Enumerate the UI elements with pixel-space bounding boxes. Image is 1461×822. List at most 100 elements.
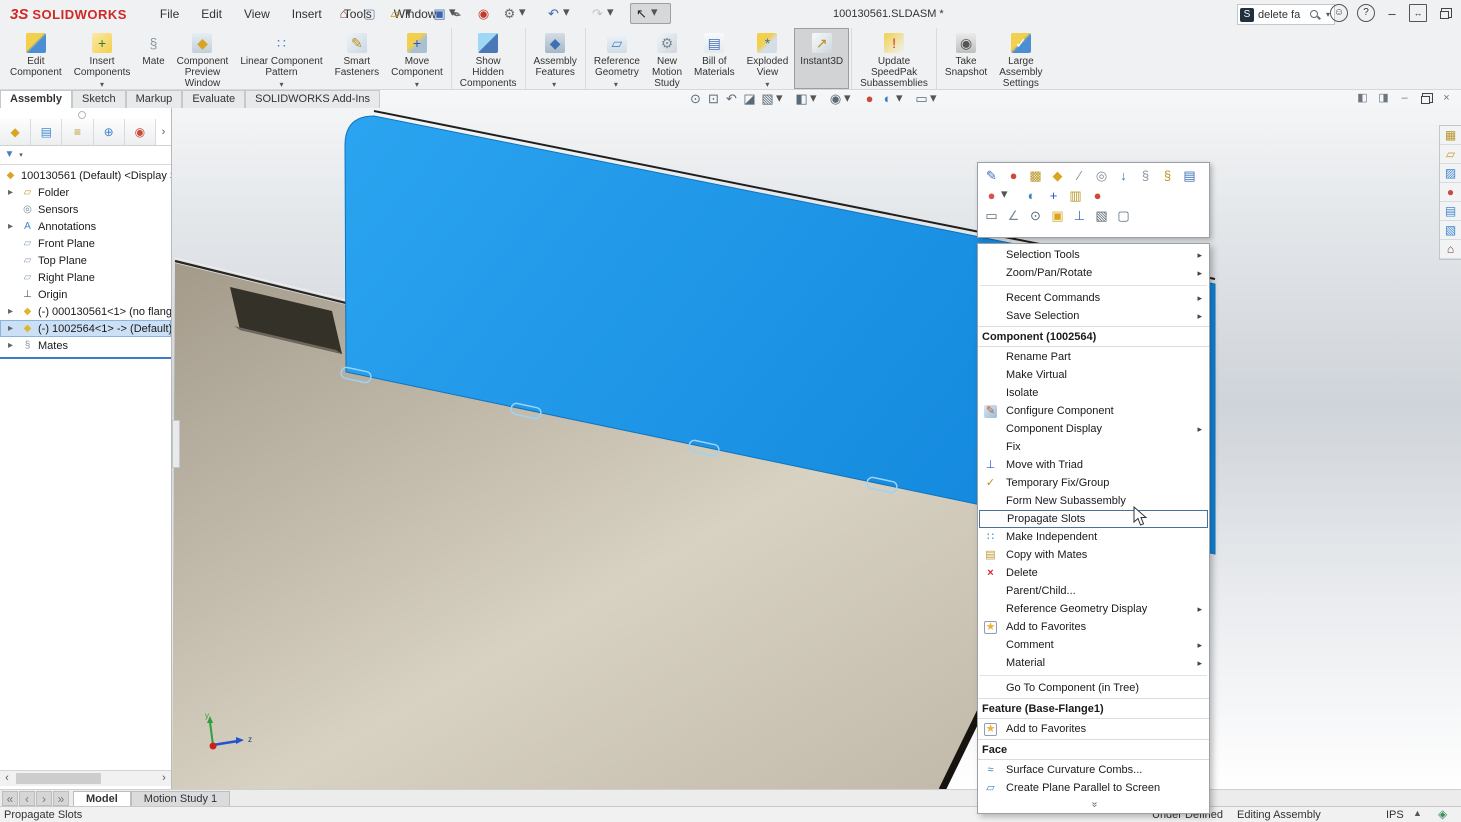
context-menu-item[interactable]: ∷ Make Independent ▸: [978, 528, 1209, 546]
mate-paperclip-icon[interactable]: §: [1137, 167, 1154, 184]
feature-manager-tab[interactable]: ≡: [62, 119, 93, 145]
next-doc-icon[interactable]: ◨: [1377, 92, 1390, 105]
feature-manager-tab[interactable]: ▤: [31, 119, 62, 145]
status-tag-icon[interactable]: ◈: [1438, 808, 1447, 820]
expand-arrow-icon[interactable]: ▸: [4, 186, 17, 199]
hscroll-right-icon[interactable]: ›: [157, 773, 171, 784]
model-tab[interactable]: Model: [73, 791, 131, 807]
ribbon-button[interactable]: ✓ Large Assembly Settings ▾: [993, 28, 1048, 89]
context-menu-item[interactable]: Make Virtual ▸: [978, 366, 1209, 384]
quick-access-button[interactable]: ▢ ▾: [358, 3, 381, 24]
help-icon[interactable]: ?: [1357, 4, 1375, 22]
dropdown-caret-icon[interactable]: ▾: [896, 91, 911, 106]
isometric-view-icon[interactable]: ▧: [1093, 207, 1110, 224]
view-tool-button[interactable]: ⊙ ▾: [688, 91, 703, 106]
panel-collapse-handle[interactable]: [78, 111, 86, 119]
dropdown-caret-icon[interactable]: ▾: [405, 5, 422, 22]
context-menu-item[interactable]: Fix ▸: [978, 438, 1209, 456]
context-menu-item[interactable]: ▸: [978, 282, 1209, 289]
expand-arrow-icon[interactable]: ▸: [4, 220, 17, 233]
context-menu-item[interactable]: × Delete ▸: [978, 564, 1209, 582]
context-menu-item[interactable]: Comment ▸: [978, 636, 1209, 654]
view-tool-button[interactable]: ◧ ▾: [794, 91, 825, 106]
view-tool-button[interactable]: ◉ ▾: [828, 91, 859, 106]
tree-item[interactable]: ▸ ◆ (-) 000130561<1> (no flange) <Di: [0, 303, 171, 320]
dropdown-caret-icon[interactable]: ▾: [614, 80, 618, 89]
expand-arrow-icon[interactable]: ▸: [4, 305, 17, 318]
context-menu-item[interactable]: ≈ Surface Curvature Combs... ▸: [978, 761, 1209, 779]
view-tool-button[interactable]: ● ▾: [862, 91, 877, 106]
quick-access-button[interactable]: ⌂ ▾: [332, 3, 355, 24]
view-tool-button[interactable]: ↶ ▾: [724, 91, 739, 106]
tree-item[interactable]: ▸ ◎ Sensors: [0, 201, 171, 218]
quick-access-button[interactable]: ↖ ▾: [630, 3, 671, 24]
view-tool-button[interactable]: ▧ ▾: [760, 91, 791, 106]
ribbon-button[interactable]: § Mate ▾: [136, 28, 170, 89]
restore-icon[interactable]: [1436, 5, 1452, 21]
tab-nav-button[interactable]: «: [2, 791, 18, 806]
dropdown-caret-icon[interactable]: ▾: [563, 5, 580, 22]
context-menu-item[interactable]: ★ Add to Favorites ▸: [978, 618, 1209, 636]
component-properties-icon[interactable]: ▤: [1181, 167, 1198, 184]
context-menu-item[interactable]: ▤ Copy with Mates ▸: [978, 546, 1209, 564]
context-menu-item[interactable]: Go To Component (in Tree) ▸: [978, 679, 1209, 697]
context-menu-item[interactable]: Material ▸: [978, 654, 1209, 672]
replace-component-icon[interactable]: ▩: [1027, 167, 1044, 184]
context-menu-item[interactable]: Feature (Base-Flange1) ▸: [978, 698, 1209, 719]
hide-component-icon[interactable]: ◎: [1093, 167, 1110, 184]
task-pane-button[interactable]: ●: [1440, 183, 1461, 202]
quick-access-button[interactable]: ▣ ▾: [428, 3, 469, 24]
context-menu-item[interactable]: ★ Add to Favorites ▸: [978, 720, 1209, 738]
search-box[interactable]: S ▾: [1237, 4, 1335, 25]
normal-to-icon[interactable]: ⊥: [1071, 207, 1088, 224]
edit-feature-icon[interactable]: ✎: [983, 167, 1000, 184]
magnified-selection-icon[interactable]: ▣: [1049, 207, 1066, 224]
ribbon-tab[interactable]: Markup: [126, 90, 183, 108]
3d-viewport[interactable]: y z: [172, 90, 1461, 790]
span-displays-icon[interactable]: ↔: [1409, 4, 1427, 22]
task-pane-button[interactable]: ▦: [1440, 126, 1461, 145]
status-up-icon[interactable]: ▲: [1413, 809, 1422, 818]
ribbon-button[interactable]: ▱ Reference Geometry ▾: [585, 28, 646, 89]
tree-item[interactable]: ▸ ⊥ Origin: [0, 286, 171, 303]
filter-funnel-icon[interactable]: ▼: [3, 149, 16, 162]
search-input[interactable]: [1256, 8, 1306, 22]
context-menu-item[interactable]: Propagate Slots ▸: [979, 510, 1208, 528]
context-menu-item[interactable]: Zoom/Pan/Rotate ▸: [978, 264, 1209, 282]
view-tool-button[interactable]: ◪ ▾: [742, 91, 757, 106]
ribbon-tab[interactable]: Assembly: [0, 90, 72, 108]
dropdown-caret-icon[interactable]: ▾: [519, 5, 536, 22]
dropdown-caret-icon[interactable]: ▾: [1001, 187, 1018, 204]
tab-nav-button[interactable]: ›: [36, 791, 52, 806]
expand-arrow-icon[interactable]: ▸: [4, 322, 17, 335]
ribbon-button[interactable]: + Insert Components ▾: [68, 28, 137, 89]
context-menu-item[interactable]: Recent Commands ▸: [978, 289, 1209, 307]
dropdown-caret-icon[interactable]: ▾: [844, 91, 859, 106]
scrollbar-thumb[interactable]: [16, 773, 101, 784]
quick-access-button[interactable]: ▱ ▾: [384, 3, 425, 24]
tree-item[interactable]: ▸ ▱ Folder: [0, 184, 171, 201]
context-menu-item[interactable]: Component (1002564) ▸: [978, 326, 1209, 347]
panel-expand-chevron-icon[interactable]: ›: [156, 119, 171, 145]
tab-nav-button[interactable]: ‹: [19, 791, 35, 806]
dropdown-caret-icon[interactable]: ▾: [17, 149, 25, 162]
ribbon-button[interactable]: ◆ Component Preview Window ▾: [171, 28, 235, 89]
tree-item[interactable]: ▸ ◆ (-) 1002564<1> -> (Default) <<De: [0, 320, 171, 337]
menu-item[interactable]: Insert: [283, 3, 331, 25]
feature-manager-tab[interactable]: ⊕: [94, 119, 125, 145]
context-menu-item[interactable]: Isolate ▸: [978, 384, 1209, 402]
ribbon-button[interactable]: ! Update SpeedPak Subassemblies ▾: [851, 28, 934, 89]
dropdown-caret-icon[interactable]: ▾: [100, 80, 104, 89]
dropdown-caret-icon[interactable]: ▾: [552, 80, 556, 89]
sketch-line-icon[interactable]: ∕: [1071, 167, 1088, 184]
view-tool-button[interactable]: ◐ ▾: [880, 91, 911, 106]
edit-assembly-icon[interactable]: ◆: [1049, 167, 1066, 184]
context-menu-item[interactable]: » ▸: [978, 797, 1209, 811]
prev-doc-icon[interactable]: ◧: [1356, 92, 1369, 105]
quick-access-button[interactable]: ⚙ ▾: [498, 3, 539, 24]
ribbon-tab[interactable]: Evaluate: [182, 90, 245, 108]
tree-item[interactable]: ▸ § Mates: [0, 337, 171, 354]
ribbon-button[interactable]: ◉ Take Snapshot ▾: [936, 28, 993, 89]
edit-appearance-icon[interactable]: ●: [1005, 167, 1022, 184]
insert-component-arrow-icon[interactable]: ↓: [1115, 167, 1132, 184]
